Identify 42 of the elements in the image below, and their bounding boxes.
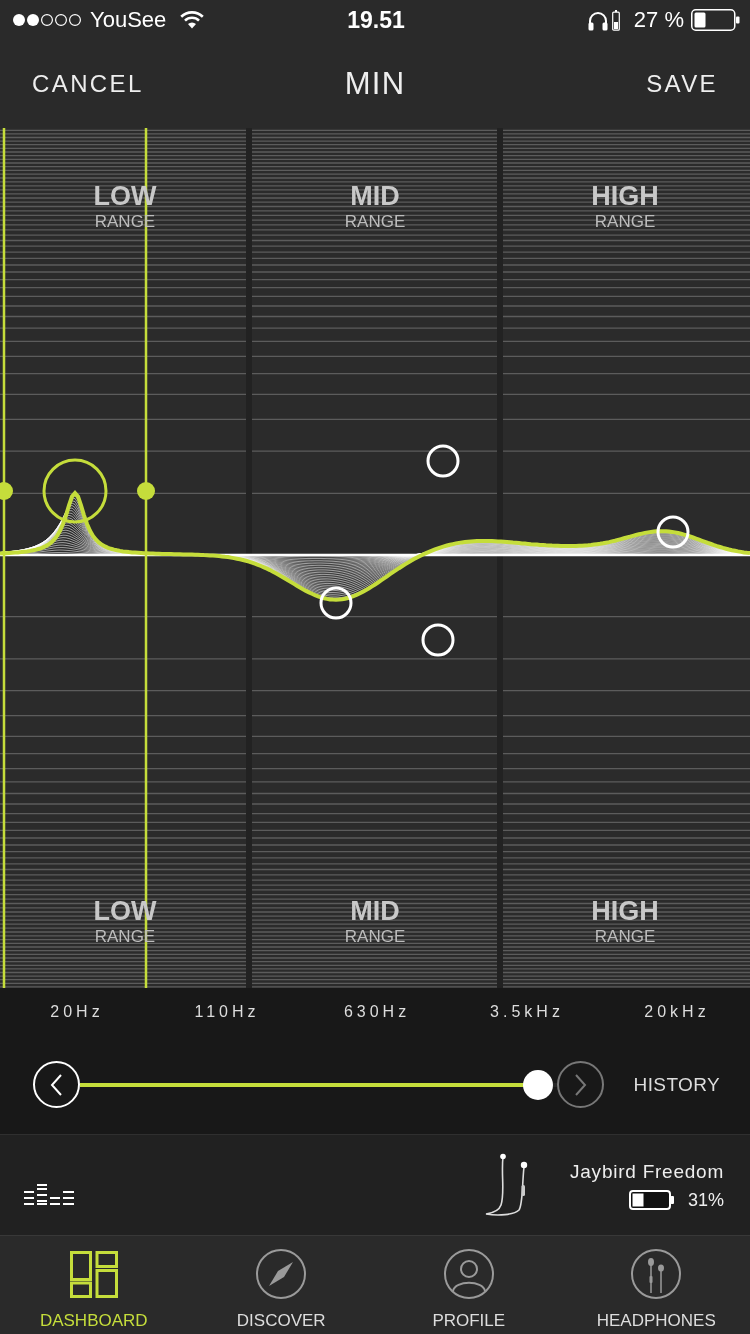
tab-bar-item[interactable]: DASHBOARD — [0, 1236, 188, 1334]
battery-percent: 27 % — [633, 7, 684, 33]
band-edge-handle[interactable] — [0, 128, 13, 988]
range-title: HIGH — [591, 897, 659, 925]
cancel-button[interactable]: CANCEL — [26, 60, 150, 108]
compass-icon — [256, 1249, 307, 1299]
tab-bar-item[interactable]: PROFILE — [375, 1236, 563, 1334]
frequency-label: 20kHz — [643, 1001, 710, 1022]
tab-bar-item[interactable]: DISCOVER — [187, 1236, 375, 1334]
headset-battery-icon — [611, 9, 620, 31]
status-time: 19.51 — [347, 7, 405, 33]
eq-handle[interactable] — [42, 458, 108, 524]
history-slider-track[interactable] — [80, 1069, 557, 1100]
frequency-label: 630Hz — [342, 1001, 411, 1022]
range-subtitle: RANGE — [344, 212, 406, 232]
device-name: Jaybird Freedom — [570, 1159, 724, 1184]
signal-strength-icon — [12, 13, 82, 27]
battery-icon — [691, 9, 740, 31]
range-subtitle: RANGE — [594, 212, 656, 232]
history-slider-thumb[interactable] — [522, 1069, 553, 1100]
headphones-icon — [586, 9, 609, 31]
equalizer-icon[interactable] — [24, 1184, 74, 1205]
wifi-icon — [180, 11, 205, 29]
profile-icon — [443, 1249, 494, 1299]
dashboard-grid-icon — [69, 1250, 118, 1298]
tab-bar-item[interactable]: HEADPHONES — [562, 1236, 750, 1334]
frequency-label: 3.5kHz — [489, 1001, 564, 1022]
frequency-label: 110Hz — [193, 1001, 260, 1022]
device-battery-percent: 31% — [687, 1188, 724, 1211]
history-label: HISTORY — [633, 1072, 720, 1097]
range-title: HIGH — [591, 182, 659, 210]
range-subtitle: RANGE — [594, 927, 656, 947]
earbuds-icon — [631, 1249, 682, 1299]
history-back-button[interactable] — [33, 1061, 80, 1108]
carrier-name: YouSee — [90, 7, 167, 33]
range-title: MID — [350, 182, 400, 210]
save-button[interactable]: SAVE — [640, 60, 724, 108]
range-title: MID — [350, 897, 400, 925]
preset-title: MIN — [344, 64, 406, 103]
device-battery-icon — [628, 1189, 674, 1210]
range-subtitle: RANGE — [344, 927, 406, 947]
frequency-label: 20Hz — [49, 1001, 104, 1022]
